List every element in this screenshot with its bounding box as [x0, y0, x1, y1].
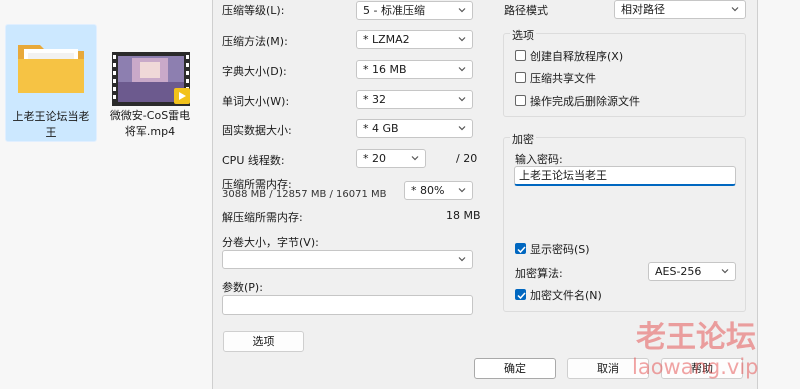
- path-mode-select[interactable]: 相对路径: [614, 0, 746, 19]
- encryption-method-select[interactable]: AES-256: [648, 262, 736, 281]
- file-item-folder[interactable]: 上老王论坛当老王: [5, 24, 97, 142]
- watermark-title: 老王论坛: [636, 320, 756, 355]
- solid-block-size-select[interactable]: * 4 GB: [356, 119, 473, 138]
- password-input[interactable]: 上老王论坛当老王: [514, 166, 736, 186]
- chevron-down-icon: [411, 156, 419, 161]
- compression-method-value: * LZMA2: [363, 33, 410, 46]
- encryption-method-value: AES-256: [655, 265, 702, 278]
- memory-compress-detail: 3088 MB / 12857 MB / 16071 MB: [222, 189, 387, 200]
- chevron-down-icon: [458, 8, 466, 13]
- compression-level-select[interactable]: 5 - 标准压缩: [356, 1, 473, 20]
- solid-block-size-label: 固实数据大小:: [222, 124, 292, 137]
- path-mode-label: 路径模式: [504, 4, 548, 17]
- file-item-video[interactable]: 微微安-CoS雷电将军.mp4: [104, 24, 196, 142]
- explorer-pane: 上老王论坛当老王 微微安-CoS雷电将军.mp4: [0, 0, 212, 389]
- split-volume-select[interactable]: [222, 250, 473, 269]
- background-strip: [758, 0, 800, 389]
- compression-method-label: 压缩方法(M):: [222, 35, 288, 48]
- chevron-down-icon: [731, 7, 739, 12]
- dictionary-size-value: * 16 MB: [363, 63, 407, 76]
- options-button[interactable]: 选项: [223, 331, 304, 352]
- chevron-down-icon: [458, 257, 466, 262]
- dictionary-size-label: 字典大小(D):: [222, 65, 287, 78]
- password-label: 输入密码:: [515, 153, 563, 166]
- compression-level-value: 5 - 标准压缩: [363, 4, 425, 17]
- cpu-threads-total: / 20: [456, 152, 478, 165]
- chevron-down-icon: [721, 269, 729, 274]
- delete-after-label: 操作完成后删除源文件: [530, 95, 640, 108]
- delete-after-checkbox[interactable]: [515, 95, 526, 106]
- chevron-down-icon: [458, 97, 466, 102]
- checkmark-icon: [517, 246, 526, 254]
- show-password-label: 显示密码(S): [530, 243, 590, 256]
- word-size-value: * 32: [363, 93, 386, 106]
- file-name: 上老王论坛当老王: [12, 110, 90, 139]
- chevron-down-icon: [458, 67, 466, 72]
- memory-usage-value: * 80%: [411, 184, 445, 197]
- compress-shared-label: 压缩共享文件: [530, 72, 596, 85]
- create-sfx-checkbox[interactable]: [515, 50, 526, 61]
- compression-method-select[interactable]: * LZMA2: [356, 30, 473, 49]
- compression-level-label: 压缩等级(L):: [222, 4, 285, 17]
- watermark-url: laowang.vip: [632, 355, 759, 379]
- word-size-label: 单词大小(W):: [222, 95, 290, 108]
- options-group-title: 选项: [510, 27, 536, 43]
- cpu-threads-select[interactable]: * 20: [356, 149, 426, 168]
- word-size-select[interactable]: * 32: [356, 90, 473, 109]
- memory-usage-select[interactable]: * 80%: [404, 181, 473, 200]
- encryption-group-title: 加密: [510, 131, 536, 147]
- compress-shared-checkbox[interactable]: [515, 72, 526, 83]
- path-mode-value: 相对路径: [621, 3, 665, 16]
- chevron-down-icon: [458, 37, 466, 42]
- encrypt-names-checkbox[interactable]: [515, 289, 526, 300]
- parameters-label: 参数(P):: [222, 281, 263, 294]
- ok-button[interactable]: 确定: [474, 358, 556, 379]
- show-password-checkbox[interactable]: [515, 243, 526, 254]
- video-thumbnail-icon: [112, 52, 190, 109]
- cpu-threads-value: * 20: [363, 152, 386, 165]
- memory-decompress-label: 解压缩所需内存:: [222, 211, 303, 224]
- encrypt-names-label: 加密文件名(N): [530, 289, 602, 302]
- cpu-threads-label: CPU 线程数:: [222, 154, 285, 167]
- create-sfx-label: 创建自释放程序(X): [530, 50, 624, 63]
- split-volume-label: 分卷大小，字节(V):: [222, 236, 319, 249]
- parameters-input[interactable]: [222, 295, 473, 315]
- dictionary-size-select[interactable]: * 16 MB: [356, 60, 473, 79]
- memory-decompress-value: 18 MB: [446, 209, 481, 222]
- checkmark-icon: [517, 292, 526, 300]
- chevron-down-icon: [458, 188, 466, 193]
- file-name: 微微安-CoS雷电将军.mp4: [109, 109, 191, 138]
- encryption-method-label: 加密算法:: [515, 267, 563, 280]
- folder-icon: [16, 37, 86, 98]
- chevron-down-icon: [458, 126, 466, 131]
- solid-block-size-value: * 4 GB: [363, 122, 399, 135]
